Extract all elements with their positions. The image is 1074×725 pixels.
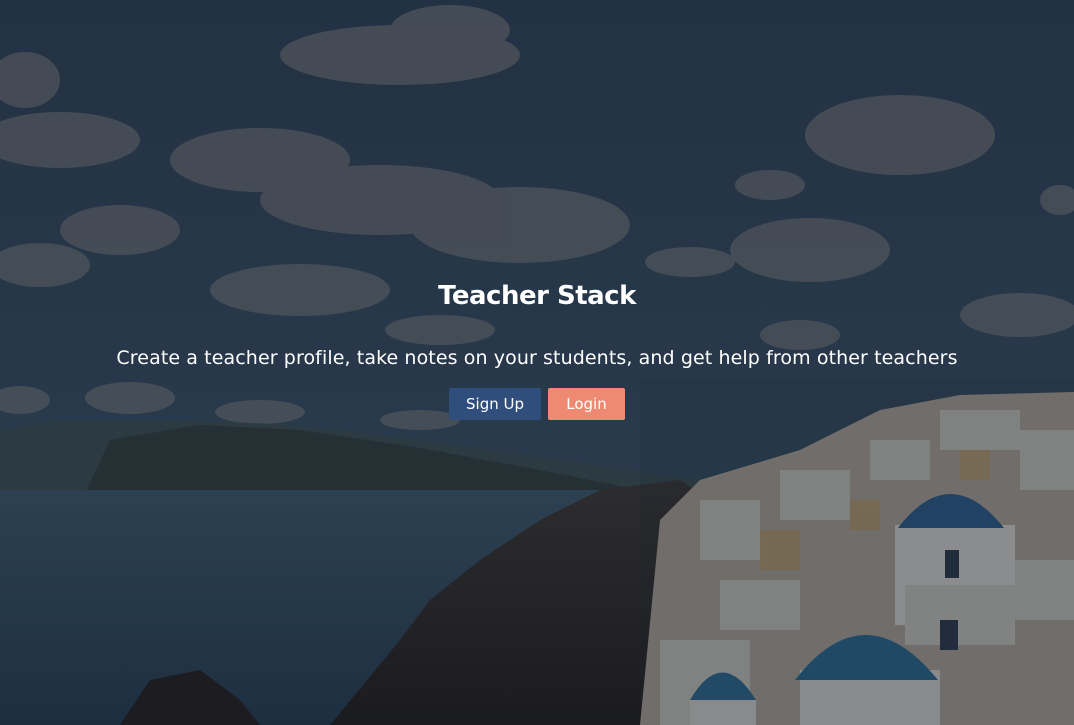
- page-title: Teacher Stack: [438, 281, 636, 311]
- login-button[interactable]: Login: [548, 388, 625, 420]
- sign-up-button[interactable]: Sign Up: [449, 388, 541, 420]
- hero-subtitle: Create a teacher profile, take notes on …: [116, 347, 958, 369]
- hero-section: Teacher Stack Create a teacher profile, …: [0, 0, 1074, 725]
- cta-button-group: Sign Up Login: [0, 388, 1074, 420]
